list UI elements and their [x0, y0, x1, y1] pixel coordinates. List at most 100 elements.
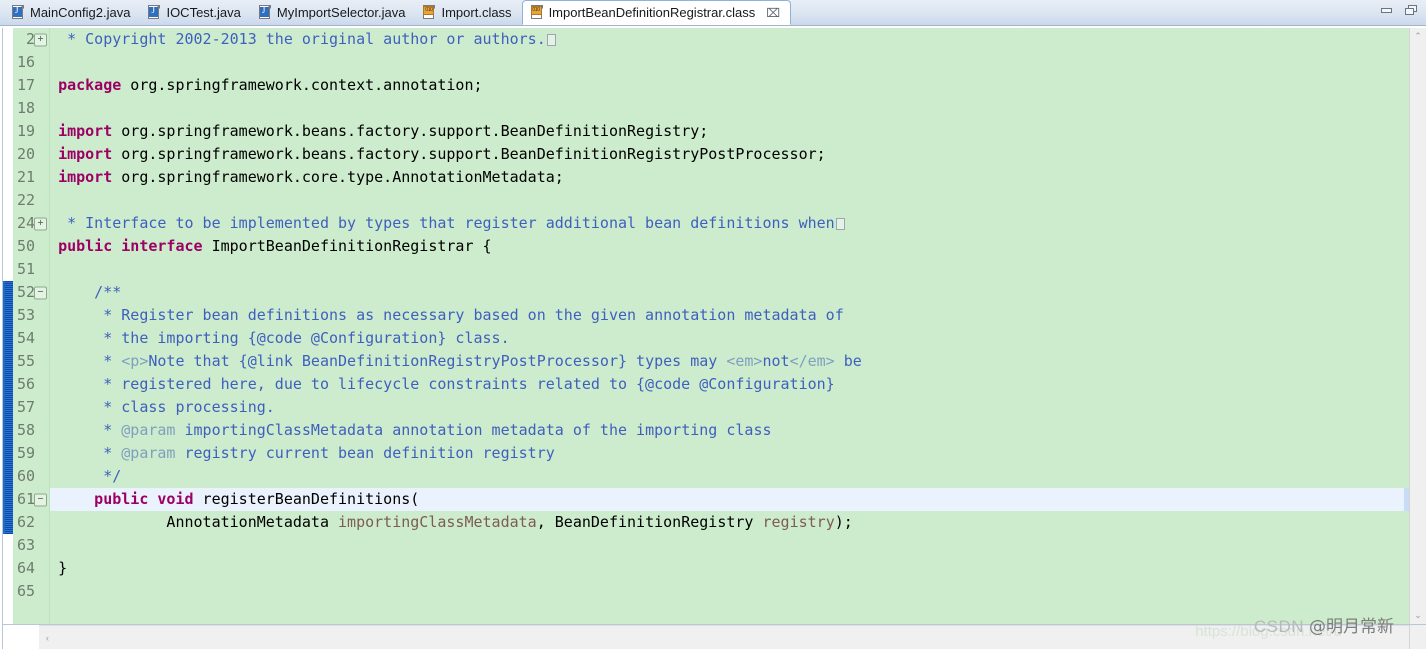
collapsed-region-icon[interactable] — [546, 34, 556, 46]
code-token: registry — [762, 513, 835, 531]
line-number: 19 — [17, 122, 36, 140]
code-token: ImportBeanDefinitionRegistrar { — [202, 237, 492, 255]
line-number-ruler: 2 16 17 18 19 20 21 22 24 50 51 52 53 54 55 56 57 58 59 60 6… — [13, 28, 51, 624]
code-token: registry current bean definition registr… — [175, 444, 555, 462]
line-number: 55 — [17, 352, 36, 370]
fold-collapse-icon[interactable] — [34, 493, 48, 506]
editor-tab-bar: MainConfig2.java IOCTest.java MyImportSe… — [0, 0, 1426, 25]
code-token: * class processing. — [58, 398, 275, 416]
code-token: public interface — [58, 237, 203, 255]
code-token: import — [58, 168, 113, 186]
java-file-icon — [12, 5, 24, 20]
code-token: Note that {@link BeanDefinitionRegistryP… — [148, 352, 727, 370]
code-token: registerBeanDefinitions( — [193, 490, 420, 508]
code-token: * Interface to be implemented by types t… — [58, 214, 835, 232]
code-line[interactable]: import org.springframework.beans.factory… — [50, 120, 1404, 143]
editor-frame: 2 16 17 18 19 20 21 22 24 50 51 52 53 54 55 56 57 58 59 60 6… — [2, 28, 1426, 625]
editor-area: 2 16 17 18 19 20 21 22 24 50 51 52 53 54 55 56 57 58 59 60 6… — [0, 25, 1426, 625]
code-line[interactable]: */ — [50, 465, 1404, 488]
code-line[interactable]: public void registerBeanDefinitions( — [50, 488, 1404, 511]
code-line[interactable]: package org.springframework.context.anno… — [50, 74, 1404, 97]
code-token: * — [58, 421, 122, 439]
code-token: <em> — [726, 352, 763, 370]
tab-myimportselector-java[interactable]: MyImportSelector.java — [251, 0, 416, 25]
code-token: AnnotationMetadata — [58, 513, 339, 531]
code-token: importingClassMetadata annotation metada… — [175, 421, 772, 439]
minimize-icon[interactable] — [1380, 4, 1394, 16]
code-token: * the importing {@code @Configuration} c… — [58, 329, 510, 347]
java-file-icon — [148, 5, 161, 20]
code-line[interactable] — [50, 580, 1404, 603]
code-line[interactable]: * registered here, due to lifecycle cons… — [50, 373, 1404, 396]
code-line[interactable] — [50, 97, 1404, 120]
code-line[interactable]: * @param registry current bean definitio… — [50, 442, 1404, 465]
scroll-up-icon[interactable]: ⌃ — [1410, 28, 1426, 45]
editor-row: 2 16 17 18 19 20 21 22 24 50 51 52 53 54 55 56 57 58 59 60 6… — [3, 28, 1426, 624]
line-number: 59 — [17, 444, 36, 462]
fold-collapse-icon[interactable] — [34, 286, 48, 299]
code-line[interactable] — [50, 51, 1404, 74]
code-line[interactable]: * <p>Note that {@link BeanDefinitionRegi… — [50, 350, 1404, 373]
code-line[interactable]: import org.springframework.beans.factory… — [50, 143, 1404, 166]
code-token: @param — [121, 444, 176, 462]
code-line[interactable]: public interface ImportBeanDefinitionReg… — [50, 235, 1404, 258]
code-token: not — [762, 352, 790, 370]
maximize-icon[interactable] — [1404, 4, 1418, 16]
tab-mainconfig2-java[interactable]: MainConfig2.java — [4, 0, 140, 25]
line-number: 24 — [17, 212, 48, 235]
line-number: 22 — [17, 191, 36, 209]
tab-importbeandefinitionregistrar-class[interactable]: ImportBeanDefinitionRegistrar.class ⌧ — [521, 0, 792, 25]
code-token: org.springframework.beans.factory.suppor… — [112, 122, 709, 140]
code-line[interactable]: * @param importingClassMetadata annotati… — [50, 419, 1404, 442]
line-number: 52 — [17, 281, 48, 304]
eclipse-editor-window: MainConfig2.java IOCTest.java MyImportSe… — [0, 0, 1426, 649]
horizontal-scrollbar[interactable]: ‹ — [39, 625, 1409, 649]
code-token: * Copyright 2002-2013 the original autho… — [58, 30, 546, 48]
tab-import-class[interactable]: Import.class — [415, 0, 521, 25]
scroll-down-icon[interactable]: ⌄ — [1410, 607, 1426, 624]
tab-label: MainConfig2.java — [30, 5, 131, 20]
code-token: public void — [58, 490, 194, 508]
code-token: /** — [58, 283, 122, 301]
view-window-buttons — [1380, 4, 1418, 16]
fold-expand-icon[interactable] — [34, 33, 48, 46]
line-number: 51 — [17, 260, 36, 278]
close-icon[interactable]: ⌧ — [766, 7, 780, 19]
code-token: import — [58, 122, 113, 140]
code-line[interactable]: /** — [50, 281, 1404, 304]
tab-label: Import.class — [441, 5, 512, 20]
line-number: 17 — [17, 76, 36, 94]
fold-expand-icon[interactable] — [34, 217, 48, 230]
scroll-left-icon[interactable]: ‹ — [39, 633, 56, 643]
code-line[interactable]: AnnotationMetadata importingClassMetadat… — [50, 511, 1404, 534]
code-token: org.springframework.beans.factory.suppor… — [112, 145, 826, 163]
code-line[interactable]: * Copyright 2002-2013 the original autho… — [50, 28, 1404, 51]
code-line[interactable]: * the importing {@code @Configuration} c… — [50, 327, 1404, 350]
code-token: org.springframework.core.type.Annotation… — [112, 168, 564, 186]
code-token: package — [58, 76, 122, 94]
vertical-scrollbar[interactable]: ⌃ ⌄ — [1409, 28, 1426, 624]
code-line[interactable] — [50, 534, 1404, 557]
code-line[interactable]: * class processing. — [50, 396, 1404, 419]
annotation-range-marker — [3, 281, 13, 534]
line-number: 62 — [17, 513, 36, 531]
code-line[interactable] — [50, 258, 1404, 281]
tab-label: ImportBeanDefinitionRegistrar.class — [548, 5, 756, 20]
code-line[interactable]: * Register bean definitions as necessary… — [50, 304, 1404, 327]
code-token: * Register bean definitions as necessary… — [58, 306, 844, 324]
line-number: 21 — [17, 168, 36, 186]
code-line[interactable]: import org.springframework.core.type.Ann… — [50, 166, 1404, 189]
code-text-area[interactable]: * Copyright 2002-2013 the original autho… — [50, 28, 1404, 624]
tab-ioctest-java[interactable]: IOCTest.java — [140, 0, 250, 25]
line-number: 54 — [17, 329, 36, 347]
tab-label: MyImportSelector.java — [276, 5, 406, 20]
code-line[interactable]: * Interface to be implemented by types t… — [50, 212, 1404, 235]
annotation-bar[interactable] — [3, 28, 13, 624]
line-number: 61 — [17, 488, 48, 511]
java-file-icon — [258, 5, 271, 20]
collapsed-region-icon[interactable] — [835, 218, 845, 230]
line-number: 58 — [17, 421, 36, 439]
vertical-scroll-track[interactable] — [1410, 45, 1426, 607]
code-line[interactable] — [50, 189, 1404, 212]
code-line[interactable]: } — [50, 557, 1404, 580]
